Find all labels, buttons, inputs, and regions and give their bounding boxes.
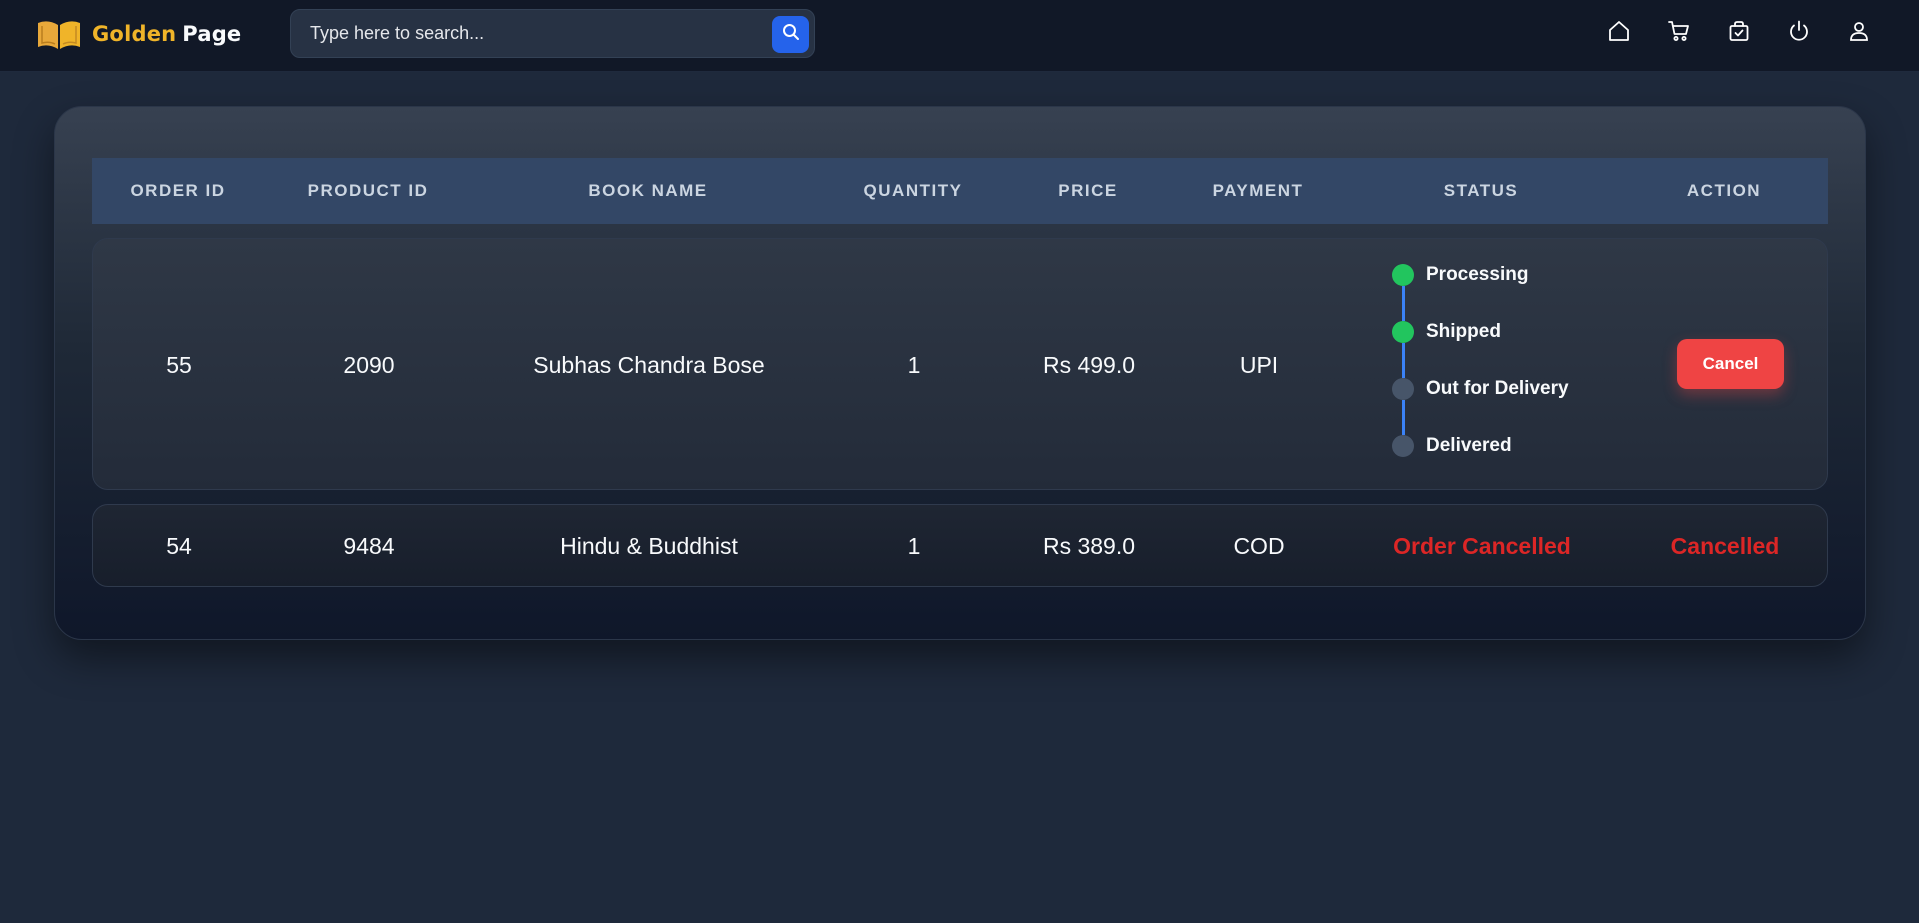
home-icon[interactable]: [1606, 18, 1632, 44]
tracker-connector: [1402, 343, 1405, 378]
brand-logo[interactable]: Golden Page: [36, 16, 241, 52]
orders-table-header: ORDER ID PRODUCT ID BOOK NAME QUANTITY P…: [92, 158, 1828, 224]
power-icon[interactable]: [1786, 18, 1812, 44]
cancel-order-button[interactable]: Cancel: [1677, 339, 1784, 389]
status-step-out-for-delivery: Out for Delivery: [1392, 378, 1569, 400]
header-book-name: BOOK NAME: [588, 181, 708, 200]
search-bar: [290, 9, 815, 58]
product-id-cell: 9484: [343, 533, 395, 559]
book-name-cell: Hindu & Buddhist: [560, 533, 738, 559]
step-dot-done: [1392, 321, 1414, 343]
status-tracker: Processing Shipped Out for Delivery Deli…: [1392, 264, 1652, 464]
price-cell: Rs 499.0: [1042, 352, 1136, 378]
search-icon: [782, 23, 800, 46]
status-step-processing: Processing: [1392, 264, 1528, 286]
search-button[interactable]: [772, 16, 809, 53]
brand-name-page: Page: [182, 22, 242, 46]
header-action: ACTION: [1686, 181, 1762, 200]
header-price: PRICE: [1058, 181, 1118, 200]
cart-icon[interactable]: [1666, 18, 1692, 44]
step-dot-pending: [1392, 435, 1414, 457]
top-navbar: Golden Page: [0, 0, 1919, 72]
header-quantity: QUANTITY: [863, 181, 963, 200]
header-payment: PAYMENT: [1212, 181, 1304, 200]
payment-cell: COD: [1233, 533, 1285, 559]
header-product-id: PRODUCT ID: [307, 181, 429, 200]
header-order-id: ORDER ID: [130, 181, 226, 200]
tracker-connector: [1402, 286, 1405, 321]
payment-cell: UPI: [1239, 352, 1279, 378]
order-id-cell: 54: [166, 533, 192, 559]
step-dot-pending: [1392, 378, 1414, 400]
order-id-cell: 55: [166, 352, 192, 378]
quantity-cell: 1: [907, 533, 921, 559]
quantity-cell: 1: [907, 352, 921, 378]
header-status: STATUS: [1443, 181, 1519, 200]
step-dot-done: [1392, 264, 1414, 286]
book-name-cell: Subhas Chandra Bose: [533, 352, 765, 378]
user-icon[interactable]: [1846, 18, 1872, 44]
status-step-shipped: Shipped: [1392, 321, 1501, 343]
status-cancelled-text: Order Cancelled: [1393, 533, 1571, 559]
status-step-delivered: Delivered: [1392, 435, 1512, 457]
open-book-icon: [36, 17, 82, 51]
orders-bag-icon[interactable]: [1726, 18, 1752, 44]
search-input[interactable]: [291, 10, 761, 57]
action-cancelled-text: Cancelled: [1670, 533, 1780, 559]
price-cell: Rs 389.0: [1042, 533, 1136, 559]
product-id-cell: 2090: [343, 352, 395, 378]
brand-name-golden: Golden: [92, 22, 177, 46]
table-row: 54 9484 Hindu & Buddhist 1 Rs 389.0 COD …: [92, 504, 1828, 587]
tracker-connector: [1402, 400, 1405, 435]
